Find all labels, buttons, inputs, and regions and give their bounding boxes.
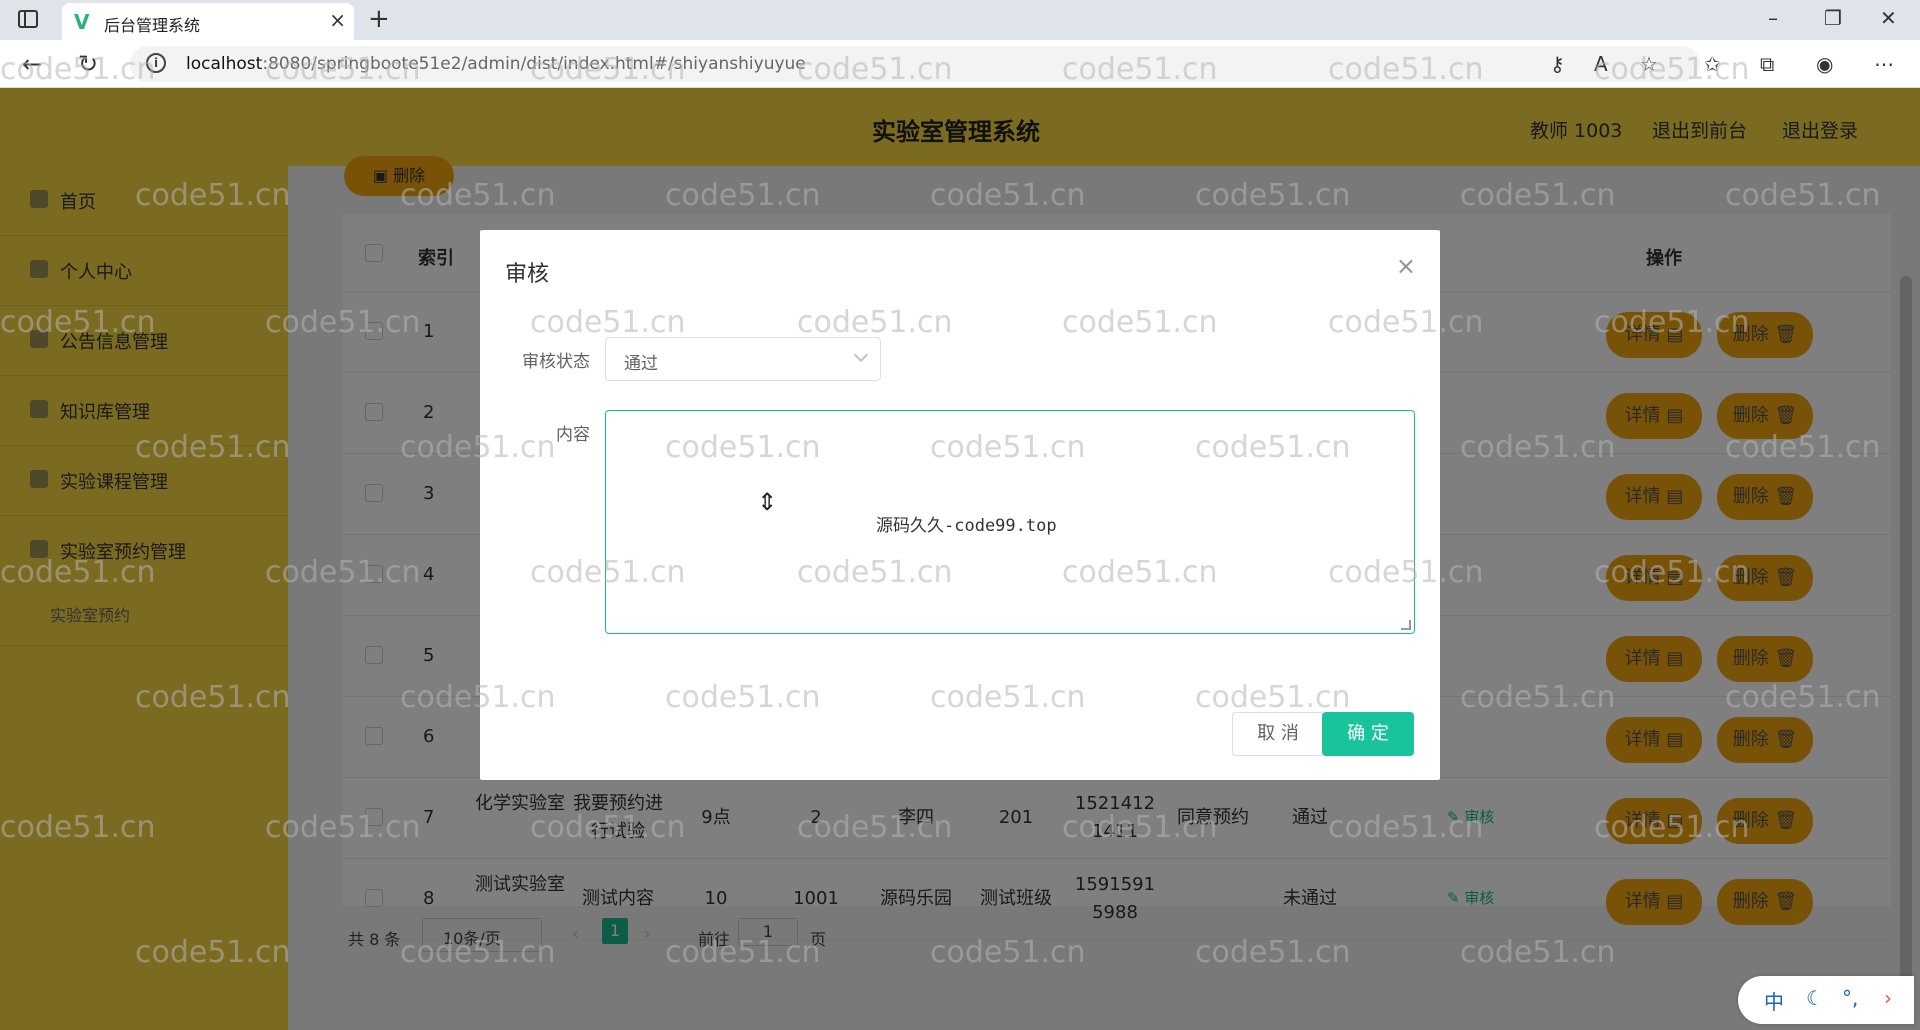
ime-toolbar[interactable]: 中 ☾ °, › [1738,976,1914,1024]
resize-grip-icon[interactable] [1401,620,1411,630]
content-textarea[interactable]: 源码久久-code99.top [605,410,1415,634]
info-icon[interactable]: i [146,53,166,73]
new-tab-icon[interactable]: + [368,4,390,34]
reload-icon[interactable]: ↻ [78,50,98,78]
cancel-button[interactable]: 取 消 [1232,712,1324,756]
key-icon[interactable]: ⚷ [1550,52,1565,76]
sidebar-toggle-icon[interactable] [18,10,38,28]
dialog-close-icon[interactable]: × [1396,252,1416,280]
browser-tab[interactable]: V 后台管理系统 × [62,3,354,40]
restore-icon[interactable]: ❐ [1824,6,1842,30]
dialog-title: 审核 [505,262,550,287]
audit-status-select[interactable]: 通过 [605,337,881,381]
favorites-icon[interactable]: ✩ [1704,52,1721,76]
ime-lang[interactable]: 中 [1764,986,1784,1015]
punct-icon[interactable]: °, [1842,986,1858,1010]
more-icon[interactable]: ⋯ [1874,52,1894,76]
profile-icon[interactable]: ◉ [1816,52,1833,76]
close-tab-icon[interactable]: × [329,8,346,32]
audit-dialog: 审核 × 审核状态 通过 内容 源码久久-code99.top 取 消 确 定 [480,230,1440,780]
add-favorite-icon[interactable]: ☆ [1640,52,1658,76]
read-aloud-icon[interactable]: A [1594,52,1608,76]
url-text: localhost:8080/springboote51e2/admin/dis… [186,54,806,74]
chevron-right-icon[interactable]: › [1884,986,1892,1010]
status-value: 通过 [624,354,658,374]
status-label: 审核状态 [522,352,590,372]
collections-icon[interactable]: ⧉ [1760,52,1774,76]
close-window-icon[interactable]: ✕ [1880,6,1897,30]
moon-icon[interactable]: ☾ [1806,986,1824,1010]
content-value: 源码久久-code99.top [876,516,1057,536]
content-label: 内容 [556,425,590,445]
minimize-icon[interactable]: – [1768,6,1778,30]
text-cursor-icon: ⇕ [757,488,778,516]
tab-title: 后台管理系统 [104,16,201,35]
browser-tab-bar: V 后台管理系统 × + – ❐ ✕ [0,0,1920,40]
vue-favicon-icon: V [74,10,90,34]
chevron-down-icon [853,347,869,363]
address-bar: ← ↻ i localhost:8080/springboote51e2/adm… [0,40,1920,88]
back-icon[interactable]: ← [22,50,42,78]
confirm-button[interactable]: 确 定 [1322,712,1414,756]
url-field[interactable]: i localhost:8080/springboote51e2/admin/d… [130,46,1700,82]
